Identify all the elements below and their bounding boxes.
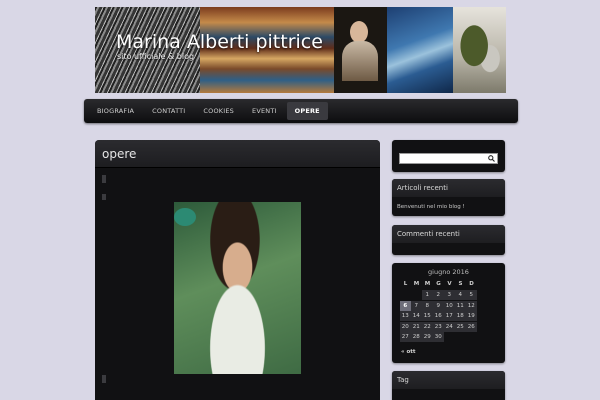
calendar-day: 16 (433, 311, 444, 321)
calendar-day: 3 (444, 290, 455, 300)
site-title[interactable]: Marina Alberti pittrice (116, 31, 323, 53)
nav-item-cookies[interactable]: COOKIES (195, 102, 242, 120)
recent-comments-widget: Commenti recenti (392, 225, 505, 255)
calendar-day: 22 (422, 321, 433, 332)
banner-image-blue-painting (387, 7, 453, 93)
calendar-day: 20 (400, 321, 411, 332)
page-header: opere (95, 140, 380, 168)
nav-item-opere[interactable]: OPERE (286, 102, 328, 120)
recent-post-link[interactable]: Benvenuti nel mio blog ! (392, 197, 505, 210)
nav-item-biografia[interactable]: BIOGRAFIA (89, 102, 142, 120)
calendar-day: 27 (400, 332, 411, 342)
calendar-weekday: S (458, 281, 463, 287)
calendar-day: 29 (422, 332, 433, 342)
calendar-blank (400, 290, 411, 300)
calendar-blank (411, 290, 422, 300)
banner-image-lady-with-ermine (334, 7, 387, 93)
nav-item-contatti[interactable]: CONTATTI (144, 102, 193, 120)
search-widget (392, 140, 505, 172)
calendar-day: 23 (433, 321, 444, 332)
calendar-day: 7 (411, 300, 422, 311)
calendar-weekday: V (447, 281, 452, 287)
calendar-grid: L M M G V S D 1 2 3 4 5 6 7 8 9 10 11 12 13 14 15 16 17 18 19 20 21… (400, 279, 505, 343)
calendar-day: 15 (422, 311, 433, 321)
calendar-prev-link[interactable]: « ott (392, 343, 505, 355)
calendar-day: 2 (433, 290, 444, 300)
calendar-day: 5 (466, 290, 477, 300)
calendar-weekday: M (424, 281, 431, 287)
calendar-day: 1 (422, 290, 433, 300)
calendar-weekday: M (413, 281, 420, 287)
page-title: opere (102, 147, 137, 161)
calendar-day: 17 (444, 311, 455, 321)
main-nav: BIOGRAFIA CONTATTI COOKIES EVENTI OPERE (84, 99, 518, 123)
main-content: opere (95, 140, 380, 400)
site-description: sito ufficiale & blog (117, 52, 195, 61)
calendar-day: 18 (455, 311, 466, 321)
calendar-day: 11 (455, 300, 466, 311)
calendar-day: 24 (444, 321, 455, 332)
calendar-day: 4 (455, 290, 466, 300)
calendar-widget: giugno 2016 L M M G V S D 1 2 3 4 5 6 7 8 9 10 11 12 13 14 15… (392, 263, 505, 363)
banner-image-landscape (453, 7, 506, 93)
calendar-day: 19 (466, 311, 477, 321)
calendar-day: 8 (422, 300, 433, 311)
tags-widget: Tag (392, 371, 505, 400)
artwork-portrait-image[interactable] (174, 202, 301, 374)
calendar-day: 30 (433, 332, 444, 342)
calendar-day: 12 (466, 300, 477, 311)
calendar-day: 9 (433, 300, 444, 311)
gallery-marker (102, 175, 106, 183)
gallery-marker (102, 375, 106, 383)
nav-item-eventi[interactable]: EVENTI (244, 102, 285, 120)
tags-title: Tag (392, 371, 505, 389)
calendar-day: 26 (466, 321, 477, 332)
recent-posts-title: Articoli recenti (392, 179, 505, 197)
calendar-caption: giugno 2016 (428, 268, 469, 276)
calendar-day: 14 (411, 311, 422, 321)
calendar-weekday: G (436, 281, 441, 287)
calendar-day: 21 (411, 321, 422, 332)
calendar-day: 25 (455, 321, 466, 332)
calendar-day-today: 6 (400, 300, 411, 311)
recent-posts-widget: Articoli recenti Benvenuti nel mio blog … (392, 179, 505, 216)
gallery-marker (102, 194, 106, 200)
calendar-day: 13 (400, 311, 411, 321)
calendar-weekday: L (403, 281, 408, 287)
search-input[interactable] (399, 153, 498, 164)
calendar-day: 28 (411, 332, 422, 342)
calendar-day: 10 (444, 300, 455, 311)
search-icon[interactable] (488, 155, 495, 162)
calendar-weekday: D (469, 281, 474, 287)
recent-comments-title: Commenti recenti (392, 225, 505, 243)
